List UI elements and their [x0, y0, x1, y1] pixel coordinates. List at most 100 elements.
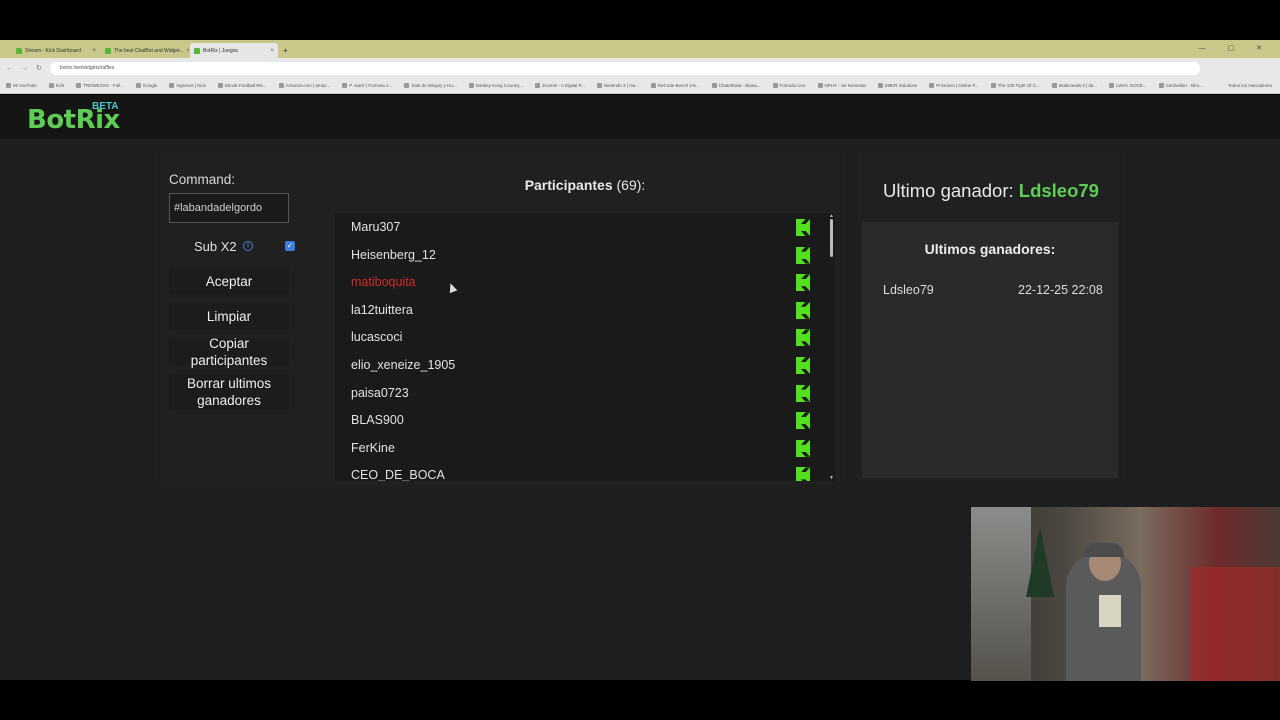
- tab-close-icon[interactable]: ×: [187, 48, 189, 54]
- participant-name: paisa0723: [351, 385, 409, 400]
- participant-row[interactable]: la12tuittera: [335, 296, 832, 324]
- participants-scrollbar[interactable]: ▲ ▼: [828, 213, 835, 481]
- participant-row[interactable]: BLAS900: [335, 406, 832, 434]
- bookmark-item[interactable]: Formula Uno: [773, 83, 806, 88]
- address-bar: ← → ↻ botrix.live/widgets/raffles: [0, 58, 1280, 78]
- browser-tab-1[interactable]: Stream - Kick Dashboard ×: [12, 43, 100, 58]
- bookmark-item[interactable]: NPHY - Se Nonestat: [818, 83, 866, 88]
- bookmark-item[interactable]: Ingresos | Kick: [169, 83, 205, 88]
- bookmark-item[interactable]: Sala de Mingoy y Hu...: [404, 83, 456, 88]
- all-bookmarks-link[interactable]: Todos los marcadores: [1228, 83, 1280, 88]
- copy-participants-button[interactable]: Copiar participantes: [169, 336, 289, 368]
- bookmark-item[interactable]: Zoomie - A Digital P...: [535, 83, 585, 88]
- browser-tab-2[interactable]: The best ChatBot and Widget... ×: [101, 43, 189, 58]
- participant-row[interactable]: FerKine: [335, 434, 832, 462]
- back-icon[interactable]: ←: [6, 65, 13, 72]
- bookmark-item[interactable]: Mi YouTube: [6, 83, 37, 88]
- kick-platform-icon: [796, 301, 810, 319]
- bookmark-item[interactable]: The 100 Fight Of C...: [991, 83, 1040, 88]
- participant-row[interactable]: Heisenberg_12: [335, 241, 832, 269]
- bookmark-item[interactable]: Google: [136, 83, 158, 88]
- webcam-christmas-tree: [1026, 527, 1054, 597]
- tab-label: Stream - Kick Dashboard: [25, 47, 81, 54]
- webcam-held-box: [1099, 595, 1121, 627]
- last-winner-label: Ultimo ganador:: [883, 180, 1019, 201]
- bookmark-item[interactable]: Amazon.com | amaz...: [279, 83, 331, 88]
- kick-platform-icon: [796, 246, 810, 264]
- bookmark-item[interactable]: ReCode Bench 1%...: [651, 83, 700, 88]
- participant-row[interactable]: elio_xeneize_1905: [335, 351, 832, 379]
- kick-platform-icon: [796, 439, 810, 457]
- kick-platform-icon: [796, 467, 810, 481]
- new-tab-button[interactable]: +: [283, 43, 288, 58]
- bookmark-item[interactable]: Proxcess | Online F...: [929, 83, 978, 88]
- kick-platform-icon: [796, 274, 810, 292]
- accept-button[interactable]: Aceptar: [169, 268, 289, 295]
- webcam-overlay: [971, 507, 1280, 681]
- participant-name: FerKine: [351, 440, 395, 455]
- participant-name: Maru307: [351, 220, 401, 234]
- participant-name: la12tuittera: [351, 302, 413, 317]
- bookmark-item[interactable]: P. stack | Formula 1...: [342, 83, 392, 88]
- participant-name: Heisenberg_12: [351, 247, 436, 262]
- bookmark-item[interactable]: ZMKR Solutions: [878, 83, 918, 88]
- participants-list[interactable]: Maru307 Heisenberg_12 matiboquita la12tuitt…: [335, 213, 832, 481]
- winners-history-title: Ultimos ganadores:: [924, 241, 1056, 257]
- clear-button[interactable]: Limpiar: [169, 303, 289, 330]
- bookmark-item[interactable]: LWAC DOCE...: [1109, 83, 1147, 88]
- winners-history-box: [862, 222, 1118, 478]
- scroll-thumb[interactable]: [830, 219, 833, 257]
- browser-tab-3[interactable]: BotRix | Juegos ×: [190, 43, 278, 58]
- participant-name: CEO_DE_BOCA: [351, 468, 445, 481]
- scroll-down-icon[interactable]: ▼: [829, 475, 834, 481]
- participants-title: Participantes (69):: [335, 177, 835, 193]
- participant-row[interactable]: paisa0723: [335, 379, 832, 407]
- kick-platform-icon: [796, 384, 810, 402]
- kick-platform-icon: [796, 329, 810, 347]
- sub-x2-checkbox[interactable]: ✓: [285, 241, 295, 251]
- participant-name: elio_xeneize_1905: [351, 357, 456, 372]
- winner-history-name: Ldsleo79: [883, 283, 934, 297]
- bookmark-item[interactable]: Multicanals.it | da...: [1052, 83, 1097, 88]
- bookmark-item[interactable]: Nintendo 3 | Ha...: [597, 83, 639, 88]
- tab-close-icon[interactable]: ×: [270, 48, 274, 54]
- last-winner-heading: Ultimo ganador: Ldsleo79: [857, 180, 1125, 202]
- bookmark-item[interactable]: Ebook Football We...: [218, 83, 267, 88]
- bookmark-item[interactable]: TROWEXXX - Full...: [76, 83, 124, 88]
- top-letterbox: [0, 0, 1280, 40]
- delete-winners-button[interactable]: Borrar ultimos ganadores: [169, 374, 289, 410]
- command-input[interactable]: #labandadelgordo: [169, 193, 289, 223]
- participant-row[interactable]: lucascoci: [335, 323, 832, 351]
- webcam-window: [971, 507, 1031, 681]
- tab-label: The best ChatBot and Widget...: [114, 47, 184, 54]
- participant-name: BLAS900: [351, 413, 404, 428]
- participant-name: matiboquita: [351, 275, 416, 290]
- tab-close-icon[interactable]: ×: [92, 48, 96, 54]
- kick-platform-icon: [796, 412, 810, 430]
- last-winner-name: Ldsleo79: [1018, 180, 1099, 201]
- app-header: BotRix BETA: [0, 95, 1280, 139]
- botrix-favicon-icon: [105, 47, 111, 54]
- kick-platform-icon: [796, 219, 810, 236]
- webcam-cap: [1084, 543, 1124, 557]
- window-controls[interactable]: — ▢ ✕: [1199, 44, 1272, 52]
- webcam-red-light: [1191, 567, 1280, 681]
- bookmark-item[interactable]: Donkey Kong Country...: [469, 83, 523, 88]
- bookmark-item[interactable]: Cardwilder - Biro...: [1159, 83, 1203, 88]
- kick-favicon-icon: [16, 47, 22, 54]
- info-icon[interactable]: i: [243, 241, 253, 251]
- participants-count: (69):: [616, 177, 646, 193]
- beta-badge: BETA: [92, 101, 119, 112]
- participant-row[interactable]: CEO_DE_BOCA: [335, 461, 832, 481]
- bookmark-item[interactable]: Kick: [49, 83, 65, 88]
- participant-row[interactable]: matiboquita: [335, 268, 832, 296]
- participant-name: lucascoci: [351, 330, 403, 345]
- bookmarks-bar: Mi YouTube Kick TROWEXXX - Full... Google In…: [0, 78, 1280, 94]
- command-label: Command:: [169, 172, 236, 187]
- tab-label: BotRix | Juegos: [203, 47, 238, 54]
- url-input[interactable]: botrix.live/widgets/raffles: [49, 61, 1200, 75]
- forward-icon[interactable]: →: [21, 65, 28, 72]
- participant-row[interactable]: Maru307: [335, 213, 832, 241]
- reload-icon[interactable]: ↻: [36, 64, 42, 72]
- bookmark-item[interactable]: ChatelData - Biana...: [712, 83, 761, 88]
